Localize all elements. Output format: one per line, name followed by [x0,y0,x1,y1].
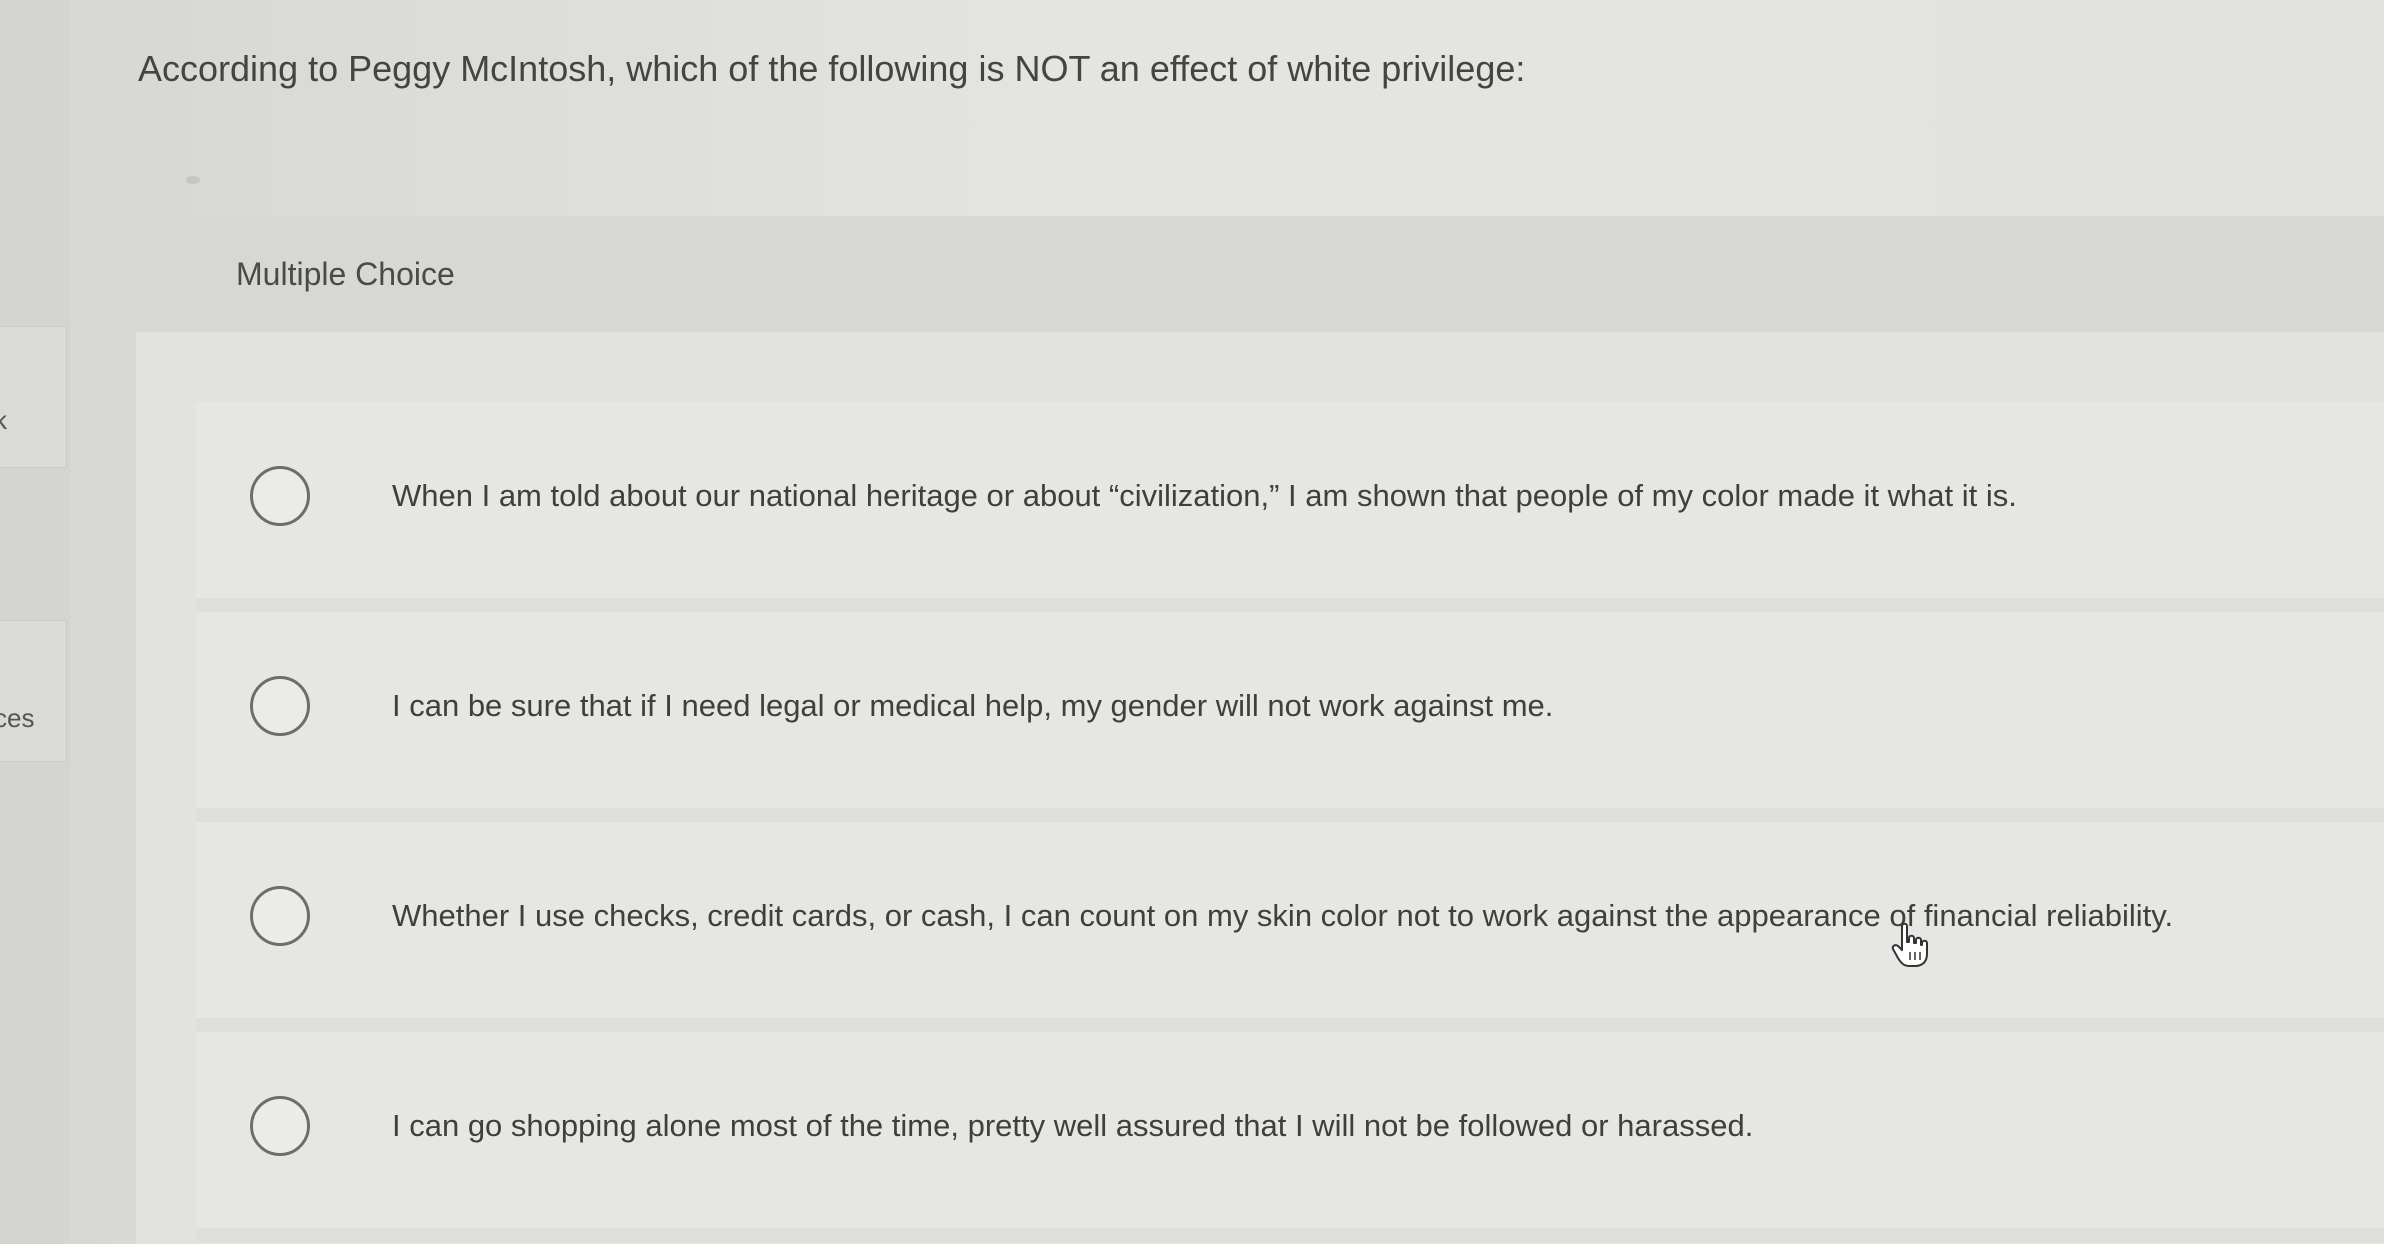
quiz-page: k ces According to Peggy McIntosh, which… [0,0,2384,1244]
radio-button-icon[interactable] [250,676,310,736]
panel-header: Multiple Choice [136,216,2384,332]
sidebar-tab-bottom[interactable]: ces [0,620,67,762]
choice-option-1[interactable]: When I am told about our national herita… [196,402,2384,612]
choice-label: I can go shopping alone most of the time… [392,1108,1754,1143]
radio-button-icon[interactable] [250,1096,310,1156]
sidebar-tab-top-label: k [0,405,7,435]
sidebar-tab-top[interactable]: k [0,326,67,468]
hand-pointer-icon [1891,922,1928,967]
screen-smudge [186,176,200,184]
radio-button-icon[interactable] [250,886,310,946]
choice-option-3[interactable]: Whether I use checks, credit cards, or c… [196,822,2384,1032]
choice-option-4[interactable]: I can go shopping alone most of the time… [196,1032,2384,1242]
answer-panel: Multiple Choice When I am told about our… [136,216,2384,1244]
radio-button-icon[interactable] [250,466,310,526]
choice-label: When I am told about our national herita… [392,478,2017,513]
choice-option-2[interactable]: I can be sure that if I need legal or me… [196,612,2384,822]
question-text: According to Peggy McIntosh, which of th… [138,48,1526,89]
sidebar-tab-bottom-label: ces [0,703,35,733]
choice-label: I can be sure that if I need legal or me… [392,688,1554,723]
choice-list: When I am told about our national herita… [196,402,2384,1242]
panel-title: Multiple Choice [236,256,455,292]
